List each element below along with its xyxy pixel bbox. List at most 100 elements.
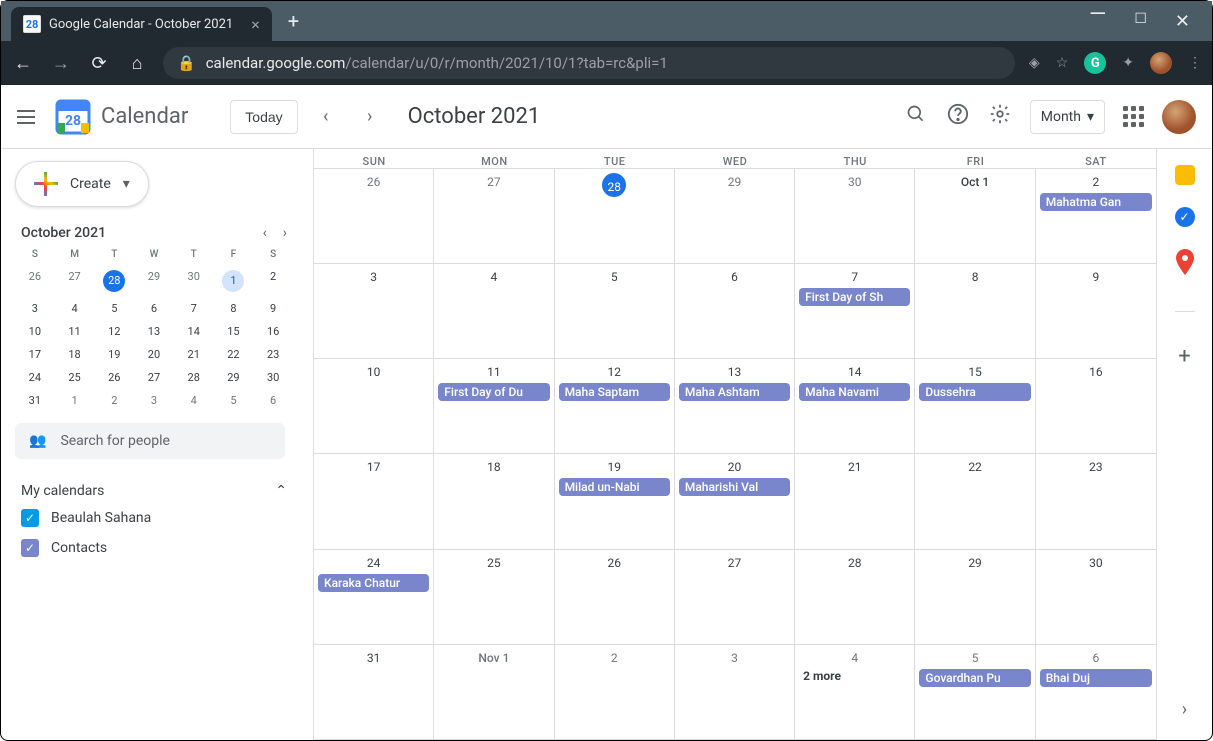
mini-day[interactable]: 29 — [214, 371, 254, 384]
search-icon[interactable] — [904, 104, 928, 129]
day-number[interactable]: 11 — [436, 363, 551, 381]
google-apps-icon[interactable] — [1123, 106, 1144, 127]
event-chip[interactable]: Dussehra — [919, 383, 1030, 401]
day-number[interactable]: 27 — [677, 554, 792, 572]
tab-close-icon[interactable]: × — [251, 15, 260, 34]
next-month-button[interactable]: › — [354, 101, 386, 133]
mini-day[interactable]: 31 — [15, 394, 55, 407]
url-field[interactable]: 🔒 calendar.google.com/calendar/u/0/r/mon… — [163, 47, 1015, 79]
day-cell[interactable]: 8 — [915, 264, 1035, 358]
day-cell[interactable]: 10 — [314, 359, 434, 453]
mini-day[interactable]: 20 — [134, 348, 174, 361]
calendar-checkbox[interactable]: ✓ — [21, 539, 39, 557]
event-chip[interactable]: Maha Saptam — [559, 383, 670, 401]
view-selector[interactable]: Month ▾ — [1030, 100, 1105, 134]
day-cell[interactable]: 18 — [434, 454, 554, 548]
mini-day[interactable]: 25 — [55, 371, 95, 384]
mini-day[interactable]: 4 — [55, 302, 95, 315]
calendar-logo[interactable]: 28 Calendar — [53, 97, 188, 137]
day-number[interactable]: 26 — [557, 554, 672, 572]
mini-day[interactable]: 24 — [15, 371, 55, 384]
mini-day[interactable]: 30 — [253, 371, 293, 384]
day-cell[interactable]: 2 — [555, 645, 675, 739]
day-cell[interactable]: 11 First Day of Du — [434, 359, 554, 453]
back-icon[interactable]: ← — [11, 53, 35, 74]
day-cell[interactable]: 16 — [1036, 359, 1156, 453]
day-cell[interactable]: 27 — [675, 550, 795, 644]
day-number[interactable]: 27 — [436, 173, 551, 191]
day-number[interactable]: 29 — [677, 173, 792, 191]
mini-day[interactable]: 23 — [253, 348, 293, 361]
day-cell[interactable]: 25 — [434, 550, 554, 644]
day-cell[interactable]: 14Maha Navami — [795, 359, 915, 453]
account-avatar[interactable] — [1162, 100, 1196, 134]
mini-day[interactable]: 28 — [174, 371, 214, 384]
day-number[interactable]: 9 — [1038, 268, 1154, 286]
event-chip[interactable]: Mahatma Gan — [1040, 193, 1152, 211]
day-number[interactable]: 3 — [316, 268, 431, 286]
event-chip[interactable]: Milad un-Nabi — [559, 478, 670, 496]
day-cell[interactable]: 23 — [1036, 454, 1156, 548]
day-cell[interactable]: 5Govardhan Pu — [915, 645, 1035, 739]
day-cell[interactable]: 20 Maharishi Val — [675, 454, 795, 548]
event-chip[interactable]: First Day of Du — [438, 383, 549, 401]
day-number[interactable]: 24 — [316, 554, 431, 572]
day-number[interactable]: 2 — [557, 649, 672, 667]
calendar-item[interactable]: ✓Beaulah Sahana — [15, 503, 293, 533]
day-number[interactable]: 4 — [797, 649, 912, 667]
day-cell[interactable]: 6 — [675, 264, 795, 358]
extension-diamond-icon[interactable]: ◈ — [1029, 55, 1040, 71]
mini-day[interactable]: 9 — [253, 302, 293, 315]
day-number[interactable]: 22 — [917, 458, 1032, 476]
day-number[interactable]: 28 — [797, 554, 912, 572]
day-number[interactable]: 6 — [1038, 649, 1154, 667]
browser-menu-icon[interactable]: ⋮ — [1188, 55, 1202, 71]
mini-day[interactable]: 5 — [214, 394, 254, 407]
mini-day[interactable]: 12 — [94, 325, 134, 338]
create-button[interactable]: Create ▾ — [15, 161, 149, 207]
day-cell[interactable]: 28 — [555, 169, 675, 263]
day-number[interactable]: 21 — [797, 458, 912, 476]
more-events[interactable]: 2 more — [797, 667, 912, 685]
event-chip[interactable]: Maha Navami — [799, 383, 910, 401]
day-number[interactable]: 6 — [677, 268, 792, 286]
day-number[interactable]: 31 — [316, 649, 431, 667]
day-cell[interactable]: 24Karaka Chatur — [314, 550, 434, 644]
browser-tab[interactable]: 28 Google Calendar - October 2021 × — [11, 7, 272, 41]
day-cell[interactable]: 13Maha Ashtam — [675, 359, 795, 453]
add-addon-icon[interactable]: + — [1178, 344, 1190, 369]
day-number[interactable]: 19 — [557, 458, 672, 476]
grammarly-icon[interactable]: G — [1084, 52, 1106, 74]
event-chip[interactable]: Maharishi Val — [679, 478, 790, 496]
mini-day[interactable]: 3 — [15, 302, 55, 315]
day-number[interactable]: 26 — [316, 173, 431, 191]
day-cell[interactable]: 26 — [555, 550, 675, 644]
day-number[interactable]: 30 — [797, 173, 912, 191]
day-cell[interactable]: Oct 1 — [915, 169, 1035, 263]
day-number[interactable]: 30 — [1038, 554, 1154, 572]
mini-day[interactable]: 2 — [94, 394, 134, 407]
maps-icon[interactable] — [1175, 249, 1195, 279]
day-cell[interactable]: 27 — [434, 169, 554, 263]
day-cell[interactable]: 30 — [1036, 550, 1156, 644]
mini-day[interactable]: 26 — [15, 270, 55, 292]
mini-day[interactable]: 5 — [94, 302, 134, 315]
mini-day[interactable]: 1 — [222, 270, 244, 292]
mini-day[interactable]: 2 — [253, 270, 293, 292]
day-number[interactable]: 18 — [436, 458, 551, 476]
main-menu-icon[interactable] — [17, 110, 41, 124]
prev-month-button[interactable]: ‹ — [310, 101, 342, 133]
mini-day[interactable]: 30 — [174, 270, 214, 292]
mini-day[interactable]: 14 — [174, 325, 214, 338]
day-cell[interactable]: 19 Milad un-Nabi — [555, 454, 675, 548]
day-number[interactable]: 12 — [557, 363, 672, 381]
day-number[interactable]: 20 — [677, 458, 792, 476]
mini-day[interactable]: 3 — [134, 394, 174, 407]
day-number[interactable]: 13 — [677, 363, 792, 381]
day-cell[interactable]: 21 — [795, 454, 915, 548]
home-icon[interactable]: ⌂ — [125, 53, 149, 74]
day-cell[interactable]: 42 more — [795, 645, 915, 739]
day-cell[interactable]: 7First Day of Sh — [795, 264, 915, 358]
day-cell[interactable]: 15Dussehra — [915, 359, 1035, 453]
day-number[interactable]: 16 — [1038, 363, 1154, 381]
